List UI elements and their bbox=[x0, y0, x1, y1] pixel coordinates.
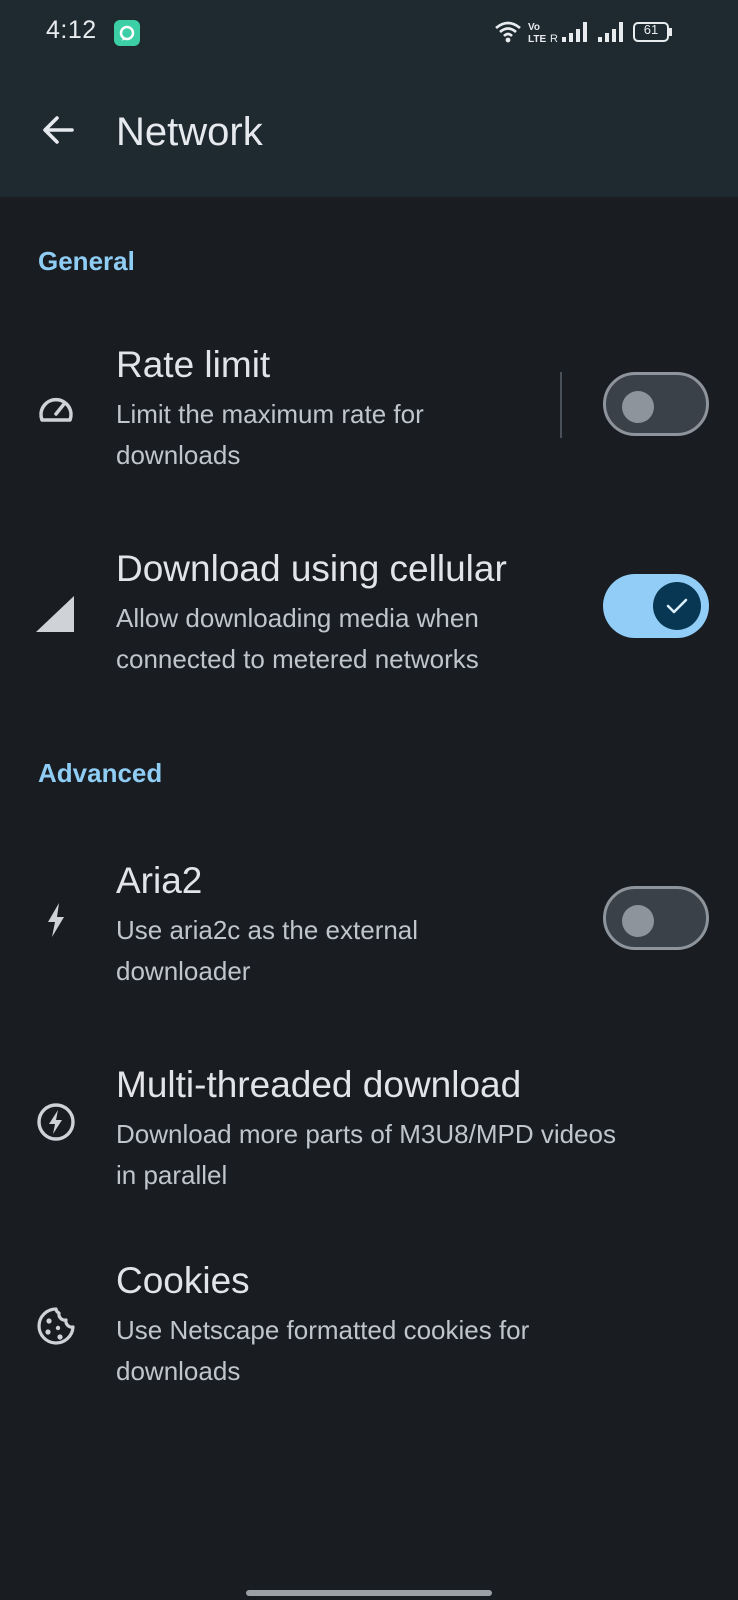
cellular-signal-icon bbox=[34, 592, 78, 636]
multithread-title: Multi-threaded download bbox=[116, 1064, 522, 1105]
status-bar: 4:12 Vo LTE R 61 bbox=[0, 0, 738, 66]
divider bbox=[560, 372, 562, 438]
cookies-title: Cookies bbox=[116, 1260, 250, 1301]
notification-icon bbox=[114, 20, 140, 46]
pref-download-cellular[interactable]: Download using cellular Allow downloadin… bbox=[0, 534, 738, 694]
rate-limit-subtitle-line2: downloads bbox=[116, 440, 241, 470]
status-icons: Vo LTE R 61 bbox=[494, 18, 694, 46]
pref-rate-limit[interactable]: Rate limit Limit the maximum rate for do… bbox=[0, 330, 738, 490]
cookie-icon bbox=[34, 1304, 78, 1348]
bolt-icon bbox=[34, 898, 78, 942]
check-icon bbox=[666, 598, 688, 614]
status-time: 4:12 bbox=[46, 16, 97, 44]
rate-limit-subtitle: Limit the maximum rate for downloads bbox=[116, 394, 424, 476]
battery-level: 61 bbox=[643, 22, 659, 37]
switch-thumb bbox=[653, 582, 701, 630]
home-indicator[interactable] bbox=[246, 1590, 492, 1596]
cellular-title: Download using cellular bbox=[116, 548, 507, 589]
multithread-subtitle-line2: in parallel bbox=[116, 1160, 228, 1190]
svg-text:LTE: LTE bbox=[528, 34, 546, 45]
aria2-subtitle: Use aria2c as the external downloader bbox=[116, 910, 418, 992]
cellular-subtitle-line2: connected to metered networks bbox=[116, 644, 479, 674]
bolt-circle-icon bbox=[34, 1100, 78, 1144]
switch-thumb bbox=[622, 905, 654, 937]
pref-cookies[interactable]: Cookies Use Netscape formatted cookies f… bbox=[0, 1256, 738, 1416]
cookies-subtitle-line1: Use Netscape formatted cookies for bbox=[116, 1315, 530, 1345]
aria2-title: Aria2 bbox=[116, 860, 203, 901]
multithread-subtitle: Download more parts of M3U8/MPD videos i… bbox=[116, 1114, 616, 1196]
switch-thumb bbox=[622, 391, 654, 423]
page-title: Network bbox=[116, 110, 263, 154]
signal-icon bbox=[598, 22, 623, 42]
section-header-general: General bbox=[38, 246, 135, 276]
aria2-subtitle-line1: Use aria2c as the external bbox=[116, 915, 419, 945]
speedometer-icon bbox=[34, 386, 78, 430]
cellular-subtitle-line1: Allow downloading media when bbox=[116, 603, 479, 633]
rate-limit-switch[interactable] bbox=[603, 372, 709, 436]
section-header-advanced: Advanced bbox=[38, 758, 163, 788]
app-bar: Network bbox=[0, 66, 738, 197]
svg-text:Vo: Vo bbox=[528, 22, 540, 33]
rate-limit-subtitle-line1: Limit the maximum rate for bbox=[116, 399, 424, 429]
volte-icon: Vo LTE bbox=[528, 22, 546, 45]
aria2-subtitle-line2: downloader bbox=[116, 956, 251, 986]
pref-aria2[interactable]: Aria2 Use aria2c as the external downloa… bbox=[0, 846, 738, 1006]
pref-multithreaded-download[interactable]: Multi-threaded download Download more pa… bbox=[0, 1050, 738, 1210]
signal-icon bbox=[562, 22, 587, 42]
wifi-icon bbox=[495, 21, 521, 43]
cookies-subtitle: Use Netscape formatted cookies for downl… bbox=[116, 1310, 529, 1392]
arrow-back-icon bbox=[43, 116, 74, 144]
back-button[interactable] bbox=[30, 102, 86, 158]
cellular-subtitle: Allow downloading media when connected t… bbox=[116, 598, 479, 680]
aria2-switch[interactable] bbox=[603, 886, 709, 950]
rate-limit-title: Rate limit bbox=[116, 344, 271, 385]
svg-text:R: R bbox=[550, 33, 558, 45]
cookies-subtitle-line2: downloads bbox=[116, 1356, 241, 1386]
multithread-subtitle-line1: Download more parts of M3U8/MPD videos bbox=[116, 1119, 616, 1149]
cellular-switch[interactable] bbox=[603, 574, 709, 638]
